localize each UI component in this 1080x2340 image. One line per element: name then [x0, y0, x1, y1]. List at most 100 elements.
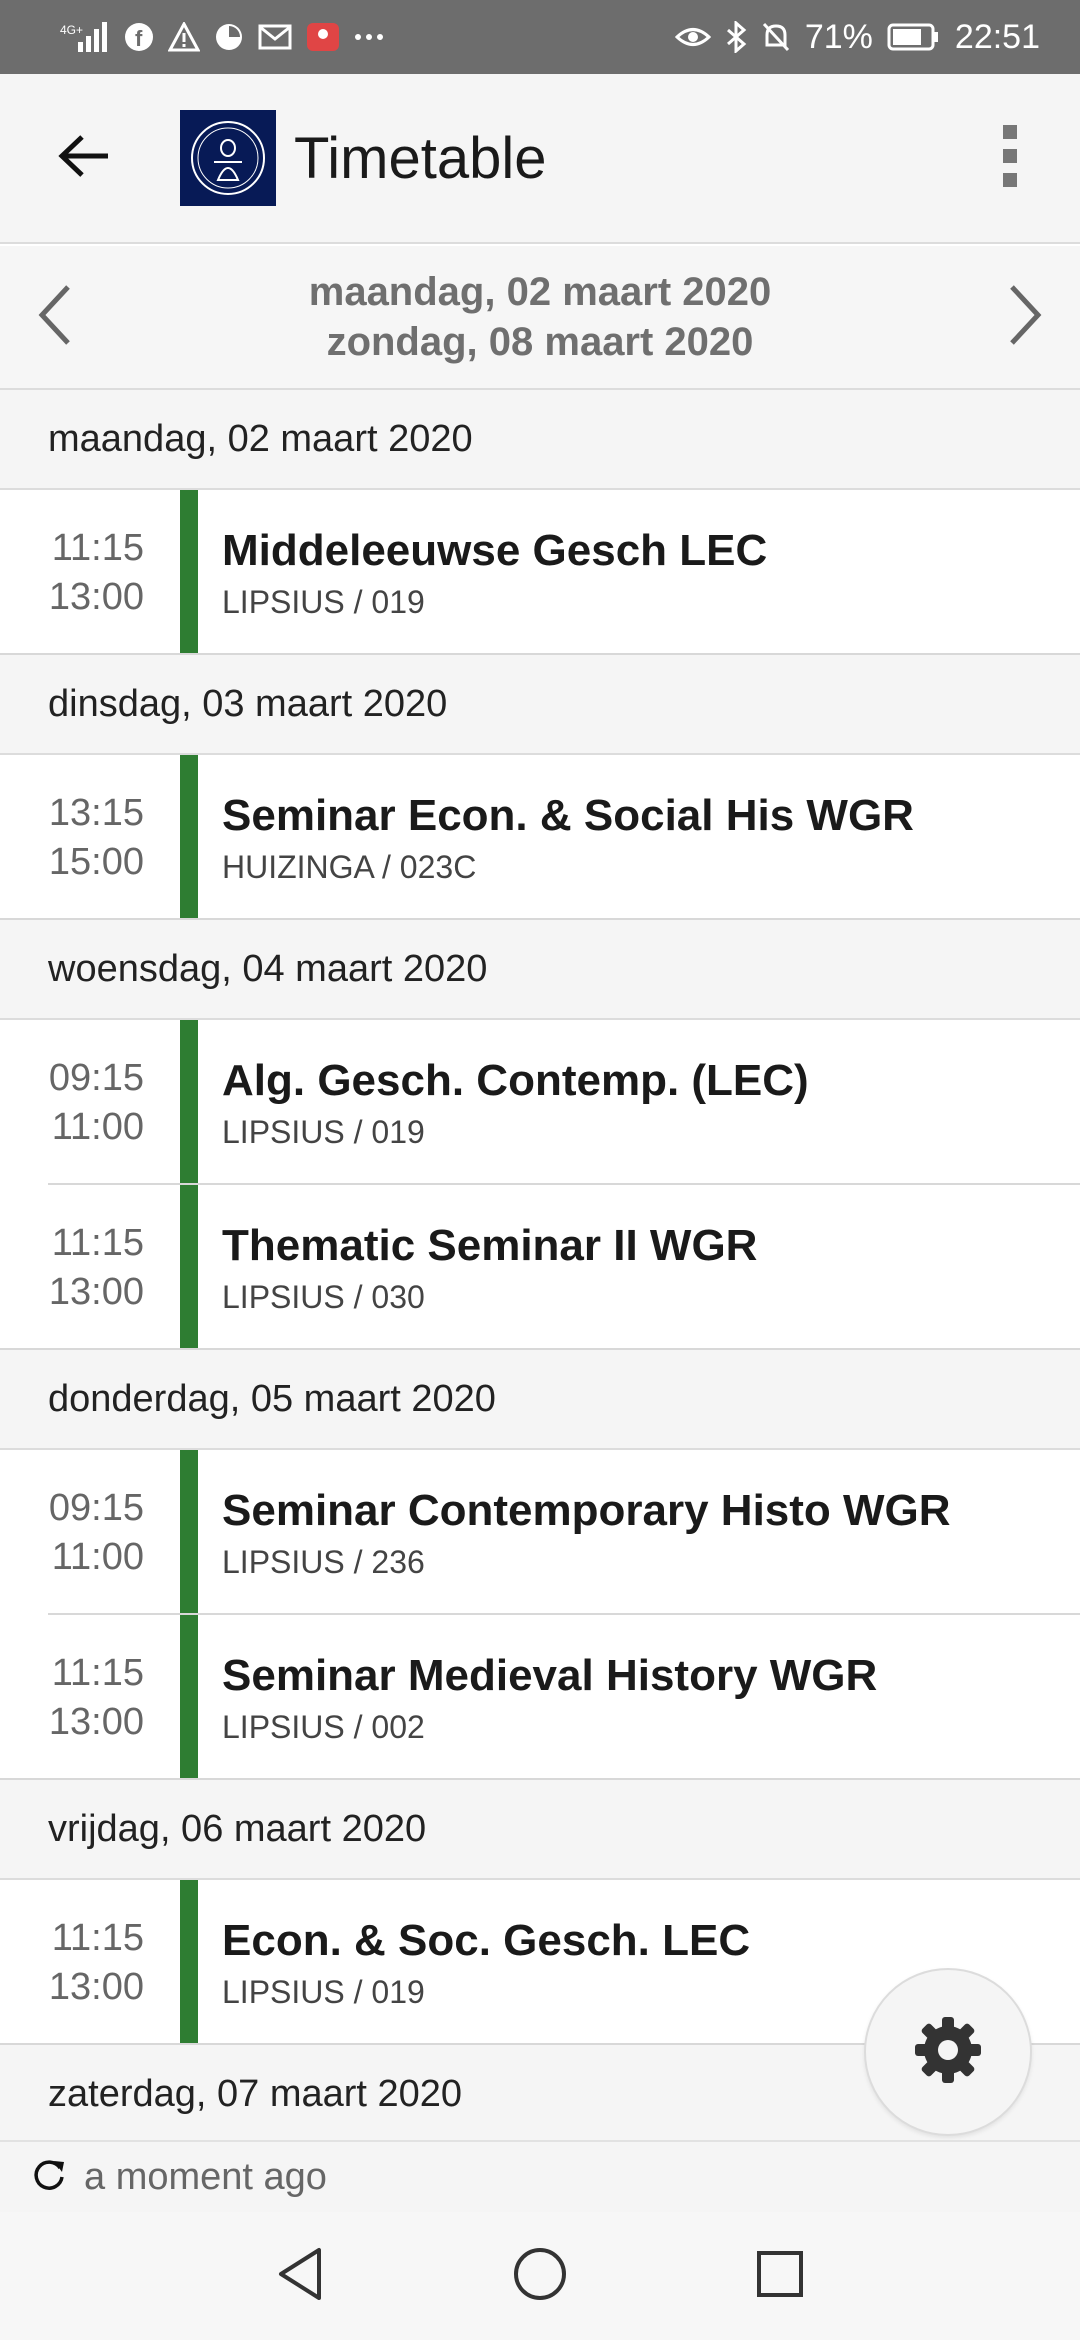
event-body: Seminar Contemporary Histo WGR LIPSIUS /… — [198, 1450, 1080, 1615]
svg-text:f: f — [135, 26, 143, 51]
chevron-right-icon — [1008, 283, 1042, 352]
event-location: LIPSIUS / 019 — [222, 1114, 425, 1150]
event-body: Seminar Medieval History WGR LIPSIUS / 0… — [198, 1615, 1080, 1780]
event-item[interactable]: 09:15 11:00 Alg. Gesch. Contemp. (LEC) L… — [0, 1020, 1080, 1185]
refresh-icon[interactable] — [30, 2158, 68, 2196]
event-location: LIPSIUS / 019 — [222, 584, 425, 620]
event-start: 09:15 — [48, 1486, 144, 1529]
bluetooth-icon — [725, 20, 747, 54]
event-time: 11:15 13:00 — [0, 1185, 180, 1350]
day-header: dinsdag, 03 maart 2020 — [0, 655, 1080, 755]
event-time: 11:15 13:00 — [0, 1880, 180, 2045]
event-start: 11:15 — [51, 1221, 144, 1264]
event-title: Seminar Contemporary Histo WGR — [222, 1486, 951, 1535]
battery-percent: 71% — [804, 17, 873, 56]
day-header: vrijdag, 06 maart 2020 — [0, 1780, 1080, 1880]
event-start: 11:15 — [51, 526, 144, 569]
mute-icon — [761, 20, 791, 54]
event-body: Alg. Gesch. Contemp. (LEC) LIPSIUS / 019 — [198, 1020, 1080, 1185]
event-location: LIPSIUS / 030 — [222, 1279, 425, 1315]
data-saver-icon — [214, 20, 244, 54]
event-end: 13:00 — [48, 1965, 144, 2008]
week-end: zondag, 08 maart 2020 — [326, 320, 754, 364]
week-navigator: maandag, 02 maart 2020 zondag, 08 maart … — [0, 246, 1080, 390]
event-start: 11:15 — [51, 1651, 144, 1694]
event-body: Seminar Econ. & Social His WGR HUIZINGA … — [198, 755, 1080, 920]
nav-back-button[interactable] — [265, 2241, 335, 2311]
event-title: Econ. & Soc. Gesch. LEC — [222, 1916, 751, 1965]
status-left: 4G+ f — [60, 20, 384, 54]
eye-comfort-icon — [674, 20, 711, 54]
event-color-bar — [180, 1880, 198, 2045]
university-logo — [180, 110, 276, 206]
event-body: Thematic Seminar II WGR LIPSIUS / 030 — [198, 1185, 1080, 1350]
gmail-icon — [258, 20, 292, 54]
event-time: 13:15 15:00 — [0, 755, 180, 920]
event-color-bar — [180, 490, 198, 655]
day-header: donderdag, 05 maart 2020 — [0, 1350, 1080, 1450]
circle-home-icon — [512, 2246, 568, 2307]
event-time: 09:15 11:00 — [0, 1450, 180, 1615]
day-header: maandag, 02 maart 2020 — [0, 390, 1080, 490]
event-color-bar — [180, 1020, 198, 1185]
triangle-back-icon — [275, 2246, 325, 2307]
event-item[interactable]: 11:15 13:00 Seminar Medieval History WGR… — [0, 1615, 1080, 1780]
event-end: 13:00 — [48, 1270, 144, 1313]
overflow-menu-icon — [1000, 123, 1020, 194]
event-title: Alg. Gesch. Contemp. (LEC) — [222, 1056, 809, 1105]
refresh-status-bar[interactable]: a moment ago — [0, 2140, 1080, 2212]
week-range: maandag, 02 maart 2020 zondag, 08 maart … — [110, 267, 970, 367]
event-location: LIPSIUS / 236 — [222, 1544, 425, 1580]
arrow-back-icon — [58, 134, 110, 183]
settings-gear-icon — [913, 2015, 983, 2090]
event-start: 11:15 — [51, 1916, 144, 1959]
last-updated-text: a moment ago — [84, 2155, 327, 2198]
event-item[interactable]: 11:15 13:00 Thematic Seminar II WGR LIPS… — [0, 1185, 1080, 1350]
warning-icon — [168, 20, 200, 54]
event-end: 15:00 — [48, 840, 144, 883]
huawei-icon — [306, 20, 340, 54]
event-item[interactable]: 09:15 11:00 Seminar Contemporary Histo W… — [0, 1450, 1080, 1615]
overflow-menu-button[interactable] — [980, 108, 1040, 208]
clock: 22:51 — [954, 17, 1040, 56]
event-item[interactable]: 13:15 15:00 Seminar Econ. & Social His W… — [0, 755, 1080, 920]
event-color-bar — [180, 1450, 198, 1615]
svg-text:4G+: 4G+ — [60, 23, 83, 37]
signal-icon: 4G+ — [60, 20, 110, 54]
event-color-bar — [180, 1185, 198, 1350]
event-end: 13:00 — [48, 575, 144, 618]
nav-home-button[interactable] — [505, 2241, 575, 2311]
back-button[interactable] — [34, 108, 134, 208]
event-item[interactable]: 11:15 13:00 Middeleeuwse Gesch LEC LIPSI… — [0, 490, 1080, 655]
event-title: Seminar Econ. & Social His WGR — [222, 791, 914, 840]
prev-week-button[interactable] — [0, 245, 110, 389]
event-end: 11:00 — [51, 1535, 144, 1578]
event-title: Middeleeuwse Gesch LEC — [222, 526, 768, 575]
next-week-button[interactable] — [970, 245, 1080, 389]
event-time: 11:15 13:00 — [0, 1615, 180, 1780]
week-start: maandag, 02 maart 2020 — [308, 270, 772, 314]
battery-icon — [887, 20, 941, 54]
event-location: HUIZINGA / 023C — [222, 849, 477, 885]
timetable-list: maandag, 02 maart 2020 11:15 13:00 Midde… — [0, 390, 1080, 2140]
facebook-icon: f — [124, 20, 154, 54]
event-title: Thematic Seminar II WGR — [222, 1221, 758, 1270]
event-time: 11:15 13:00 — [0, 490, 180, 655]
more-dots-icon — [354, 20, 384, 54]
status-bar: 4G+ f 71% 22:51 — [0, 0, 1080, 74]
page-title: Timetable — [294, 125, 547, 191]
event-title: Seminar Medieval History WGR — [222, 1651, 878, 1700]
status-right: 71% 22:51 — [674, 17, 1040, 57]
event-time: 09:15 11:00 — [0, 1020, 180, 1185]
event-location: LIPSIUS / 002 — [222, 1709, 425, 1745]
event-body: Middeleeuwse Gesch LEC LIPSIUS / 019 — [198, 490, 1080, 655]
nav-recents-button[interactable] — [745, 2241, 815, 2311]
system-nav-bar — [0, 2212, 1080, 2340]
event-end: 13:00 — [48, 1700, 144, 1743]
event-color-bar — [180, 755, 198, 920]
settings-button[interactable] — [864, 1968, 1032, 2136]
event-color-bar — [180, 1615, 198, 1780]
event-start: 13:15 — [48, 791, 144, 834]
app-bar: Timetable — [0, 74, 1080, 244]
event-start: 09:15 — [48, 1056, 144, 1099]
